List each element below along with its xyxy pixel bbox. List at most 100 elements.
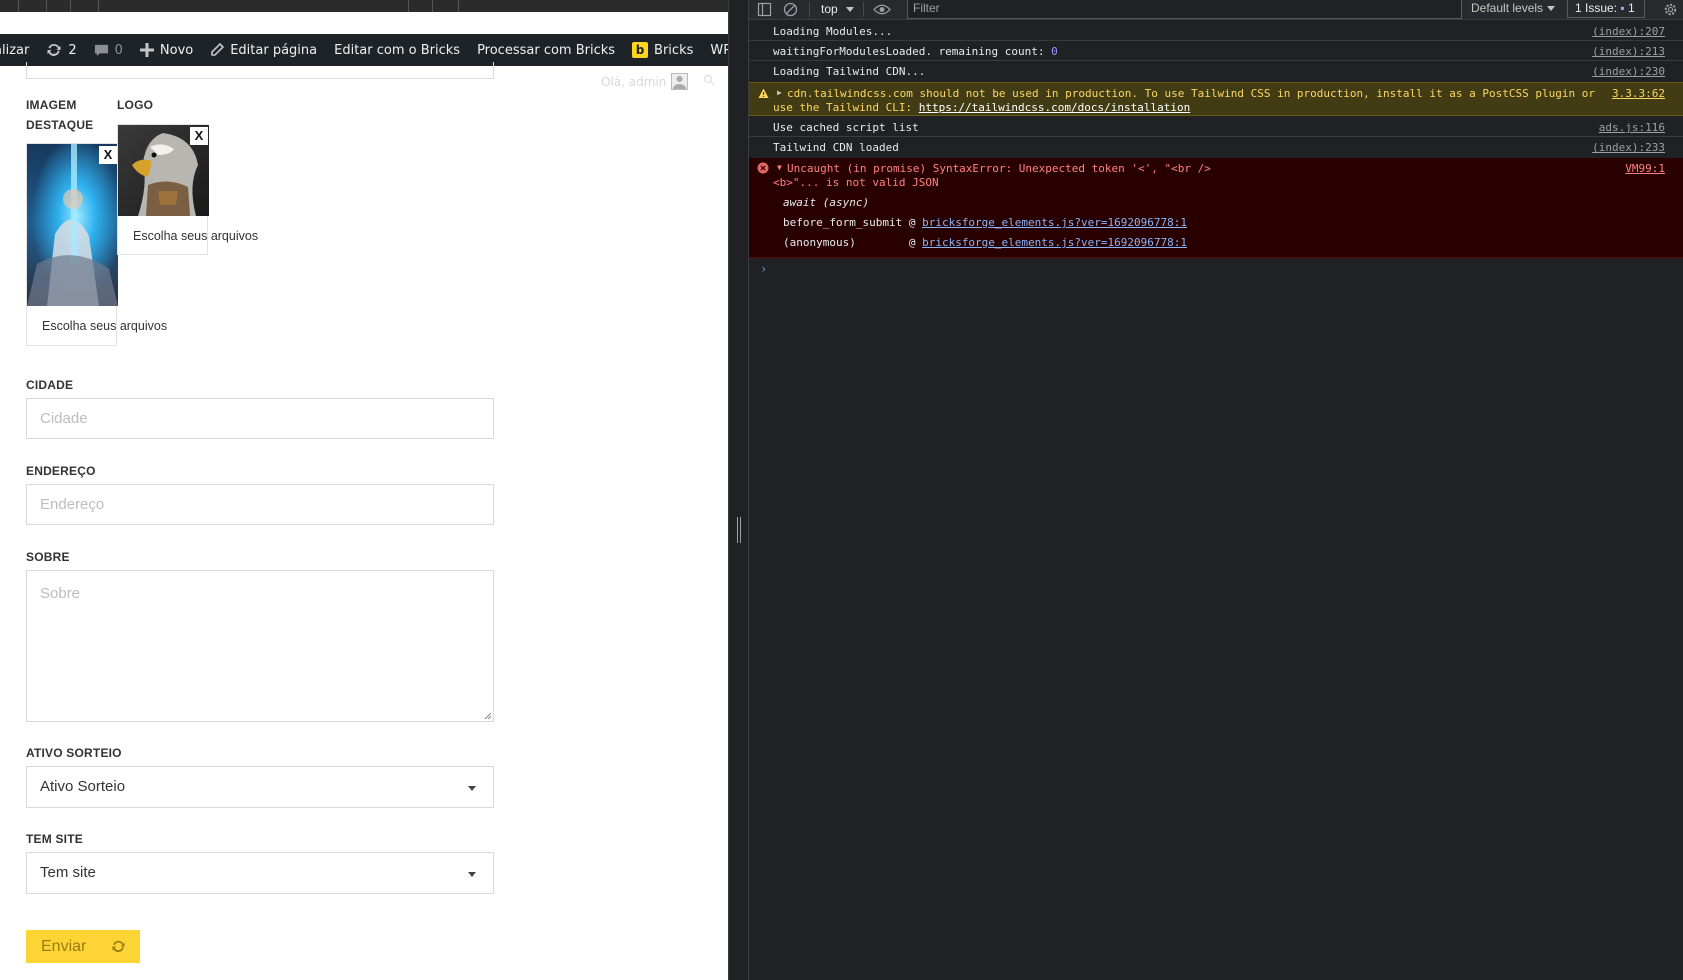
avatar [671, 73, 689, 90]
error-text: Uncaught (in promise) SyntaxError: Unexp… [787, 162, 1211, 175]
refresh-icon [47, 43, 61, 56]
wpcode-label: WPCode [710, 42, 728, 58]
bricks-link[interactable]: b Bricks [632, 42, 693, 58]
devtools-splitter[interactable] [728, 0, 749, 980]
chevron-down-icon [1547, 6, 1556, 12]
process-with-bricks-link[interactable]: Processar com Bricks [477, 43, 615, 58]
issues-button[interactable]: 1 Issue: ▪ 1 [1567, 0, 1645, 18]
gear-icon[interactable] [1663, 2, 1678, 17]
refresh-icon [112, 940, 125, 953]
console-filter-input[interactable]: Filter [907, 0, 1462, 19]
console-message: Tailwind CDN loaded (index):233 [749, 137, 1683, 158]
site-label: TEM SITE [26, 832, 83, 846]
sidebar-toggle-icon[interactable] [757, 2, 772, 17]
about-textarea[interactable]: Sobre [26, 570, 494, 722]
address-label: ENDEREÇO [26, 464, 96, 478]
process-bricks-label: Processar com Bricks [477, 42, 616, 58]
collapse-arrow-icon[interactable]: ▼ [777, 163, 782, 172]
logo-upload[interactable]: X Escolha seus arquivos [117, 124, 258, 255]
message-source-link[interactable]: 3.3.3:62 [1612, 87, 1665, 100]
message-source-link[interactable]: VM99:1 [1625, 162, 1665, 175]
message-source-link[interactable]: (index):230 [1592, 65, 1665, 78]
featured-image-label: IMAGEM DESTAQUE [26, 98, 94, 132]
stack-frame: (anonymous) @ bricksforge_elements.js?ve… [783, 236, 1187, 249]
edit-page-link[interactable]: Editar página [210, 43, 317, 58]
raffle-label: ATIVO SORTEIO [26, 746, 122, 760]
message-text: Loading Modules... [773, 25, 893, 38]
console-message: Use cached script list ads.js:116 [749, 117, 1683, 137]
raffle-select-value: Ativo Sorteio [40, 778, 126, 795]
chevron-down-icon [468, 786, 476, 791]
console-message: Loading Modules... (index):207 [749, 21, 1683, 41]
stack-frame-async: await (async) [783, 196, 870, 209]
updates-count: 2 [68, 42, 77, 58]
console-prompt[interactable]: › [760, 262, 767, 276]
remove-featured-image-button[interactable]: X [99, 146, 117, 164]
console-warning: ▶ cdn.tailwindcss.com should not be used… [749, 82, 1683, 116]
edit-bricks-label: Editar com o Bricks [334, 42, 461, 58]
bricks-label: Bricks [654, 42, 694, 58]
message-text: waitingForModulesLoaded. remaining count… [773, 45, 1058, 58]
updates-link[interactable]: 2 [46, 42, 77, 58]
submit-label: Enviar [41, 937, 87, 955]
message-source-link[interactable]: (index):207 [1592, 25, 1665, 38]
console-toolbar: top Filter Default levels 1 Issue: ▪ 1 [749, 0, 1683, 20]
tailwind-install-link[interactable]: https://tailwindcss.com/docs/installatio… [919, 101, 1191, 114]
edit-with-bricks-link[interactable]: Editar com o Bricks [334, 43, 460, 58]
context-selector[interactable]: top [821, 2, 854, 16]
plus-icon [139, 43, 154, 57]
previous-field-input[interactable] [26, 62, 494, 79]
comments-link[interactable]: 0 [94, 43, 123, 58]
search-icon[interactable] [703, 74, 715, 89]
webpage-pane: alizar 2 0 Novo Editar página Editar com… [0, 0, 728, 980]
message-source-link[interactable]: (index):233 [1592, 141, 1665, 154]
edit-page-label: Editar página [230, 42, 318, 58]
resize-handle-icon[interactable] [484, 712, 492, 720]
message-source-link[interactable]: ads.js:116 [1599, 121, 1665, 134]
greeting-text: Olá, admin [601, 74, 667, 89]
logo-label: LOGO [117, 98, 154, 112]
featured-image-upload[interactable]: X Escolha seus arquivos [26, 143, 167, 346]
warning-text-line2: use the Tailwind CLI: https://tailwindcs… [773, 101, 1191, 114]
issues-label: 1 Issue: [1575, 1, 1618, 15]
submit-button[interactable]: Enviar [26, 930, 140, 963]
chevron-down-icon [845, 7, 854, 13]
choose-files-featured[interactable]: Escolha seus arquivos [42, 319, 167, 333]
log-levels-dropdown[interactable]: Default levels [1471, 1, 1556, 15]
console-message: Loading Tailwind CDN... (index):230 [749, 61, 1683, 82]
new-link[interactable]: Novo [139, 43, 193, 58]
choose-files-logo[interactable]: Escolha seus arquivos [133, 229, 258, 243]
stack-frame-link[interactable]: bricksforge_elements.js?ver=1692096778:1 [922, 216, 1187, 229]
about-label: SOBRE [26, 550, 70, 564]
message-text: Loading Tailwind CDN... [773, 65, 926, 78]
drag-handle-icon[interactable] [737, 517, 741, 543]
city-label: CIDADE [26, 378, 74, 392]
clear-console-icon[interactable] [783, 2, 798, 17]
warning-icon [758, 88, 769, 98]
browser-top-strip [0, 0, 728, 12]
update-label: alizar [0, 42, 30, 58]
wpcode-link[interactable]: WPCode [710, 43, 728, 58]
address-input[interactable]: Endereço [26, 484, 494, 525]
message-text: Use cached script list [773, 121, 919, 134]
update-link[interactable]: alizar [0, 43, 29, 58]
error-icon [757, 162, 769, 174]
comment-icon [94, 44, 108, 56]
stack-frame-link[interactable]: bricksforge_elements.js?ver=1692096778:1 [922, 236, 1187, 249]
raffle-select[interactable]: Ativo Sorteio [26, 766, 494, 808]
bricks-logo-icon: b [632, 42, 649, 58]
remove-logo-button[interactable]: X [190, 127, 208, 145]
message-icon: ▪ [1620, 1, 1625, 15]
expand-arrow-icon[interactable]: ▶ [777, 88, 782, 97]
site-select-value: Tem site [40, 864, 96, 881]
eye-icon[interactable] [873, 2, 891, 17]
city-input[interactable]: Cidade [26, 398, 494, 439]
featured-image-thumbnail [27, 144, 118, 306]
account-greeting[interactable]: Olá, admin [601, 73, 715, 90]
message-source-link[interactable]: (index):213 [1592, 45, 1665, 58]
issues-count: 1 [1627, 1, 1635, 15]
site-select[interactable]: Tem site [26, 852, 494, 894]
warning-text: cdn.tailwindcss.com should not be used i… [787, 87, 1595, 100]
console-error: ▼ Uncaught (in promise) SyntaxError: Une… [749, 158, 1683, 258]
message-text: Tailwind CDN loaded [773, 141, 899, 154]
